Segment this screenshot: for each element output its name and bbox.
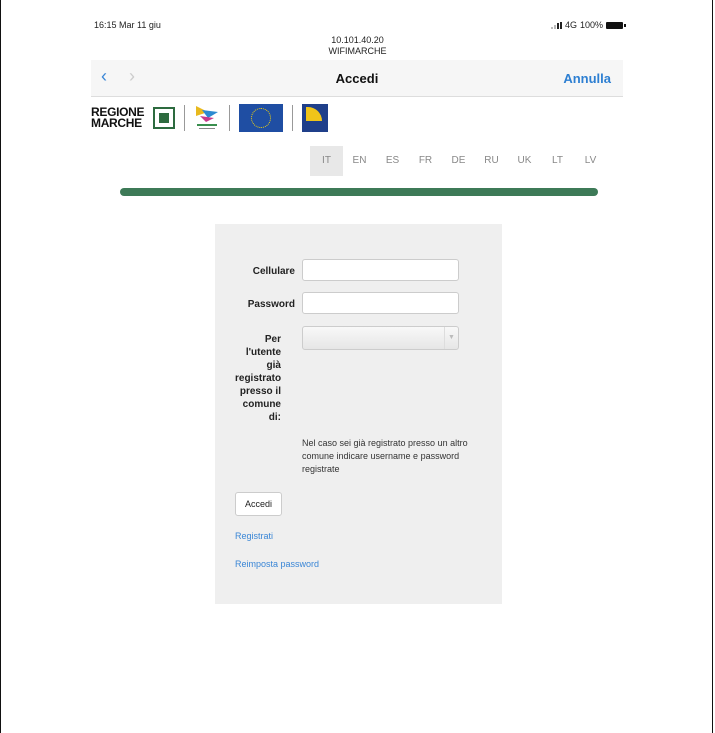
chevron-down-icon: ▼: [444, 327, 458, 349]
lang-fr[interactable]: FR: [409, 146, 442, 176]
lang-ru[interactable]: RU: [475, 146, 508, 176]
battery-icon: [606, 21, 626, 29]
municipality-label: Per l'utente già registrato presso il co…: [235, 334, 282, 423]
password-label: Password: [247, 299, 295, 310]
phone-input[interactable]: [302, 259, 459, 281]
cancel-button[interactable]: Annulla: [563, 71, 611, 86]
divider: [184, 105, 186, 131]
register-link[interactable]: Registrati: [235, 531, 273, 541]
lang-lt[interactable]: LT: [541, 146, 574, 176]
signal-icon: [550, 21, 562, 29]
lang-uk[interactable]: UK: [508, 146, 541, 176]
login-button[interactable]: Accedi: [235, 492, 282, 516]
regione-marche-logo: REGIONE MARCHE: [91, 105, 145, 130]
network-type: 4G: [564, 20, 577, 30]
navigation-bar: ‹ › Accedi Annulla: [91, 60, 623, 97]
lang-en[interactable]: EN: [343, 146, 376, 176]
divider: [229, 105, 231, 131]
divider: [292, 105, 294, 131]
eu-flag-logo: [239, 104, 284, 132]
lang-lv[interactable]: LV: [574, 146, 607, 176]
progress-bar: [120, 188, 598, 196]
login-form: Cellulare Password Per l'utente già regi…: [215, 224, 502, 604]
status-right: 4G 100%: [550, 20, 626, 30]
fesr-logo: [196, 106, 219, 129]
status-time: 16:15 Mar 11 giu: [94, 20, 161, 30]
wifimarche-logo: [302, 104, 329, 132]
lang-es[interactable]: ES: [376, 146, 409, 176]
language-selector: IT EN ES FR DE RU UK LT LV: [310, 146, 607, 176]
lang-de[interactable]: DE: [442, 146, 475, 176]
lang-it[interactable]: IT: [310, 146, 343, 176]
help-text: Nel caso sei già registrato presso un al…: [302, 438, 468, 474]
battery-level: 100%: [579, 20, 603, 30]
regione-marche-emblem: [153, 107, 176, 129]
url-site: WIFIMARCHE: [328, 46, 387, 56]
url-address[interactable]: 10.101.40.20: [0, 35, 715, 45]
phone-label: Cellulare: [252, 266, 295, 277]
password-input[interactable]: [302, 292, 459, 314]
page-title: Accedi: [335, 71, 379, 86]
logo-strip: REGIONE MARCHE: [91, 102, 329, 134]
municipality-select[interactable]: ▼: [302, 326, 459, 350]
reset-password-link[interactable]: Reimposta password: [235, 559, 319, 569]
status-bar: 16:15 Mar 11 giu 4G 100%: [0, 0, 715, 30]
